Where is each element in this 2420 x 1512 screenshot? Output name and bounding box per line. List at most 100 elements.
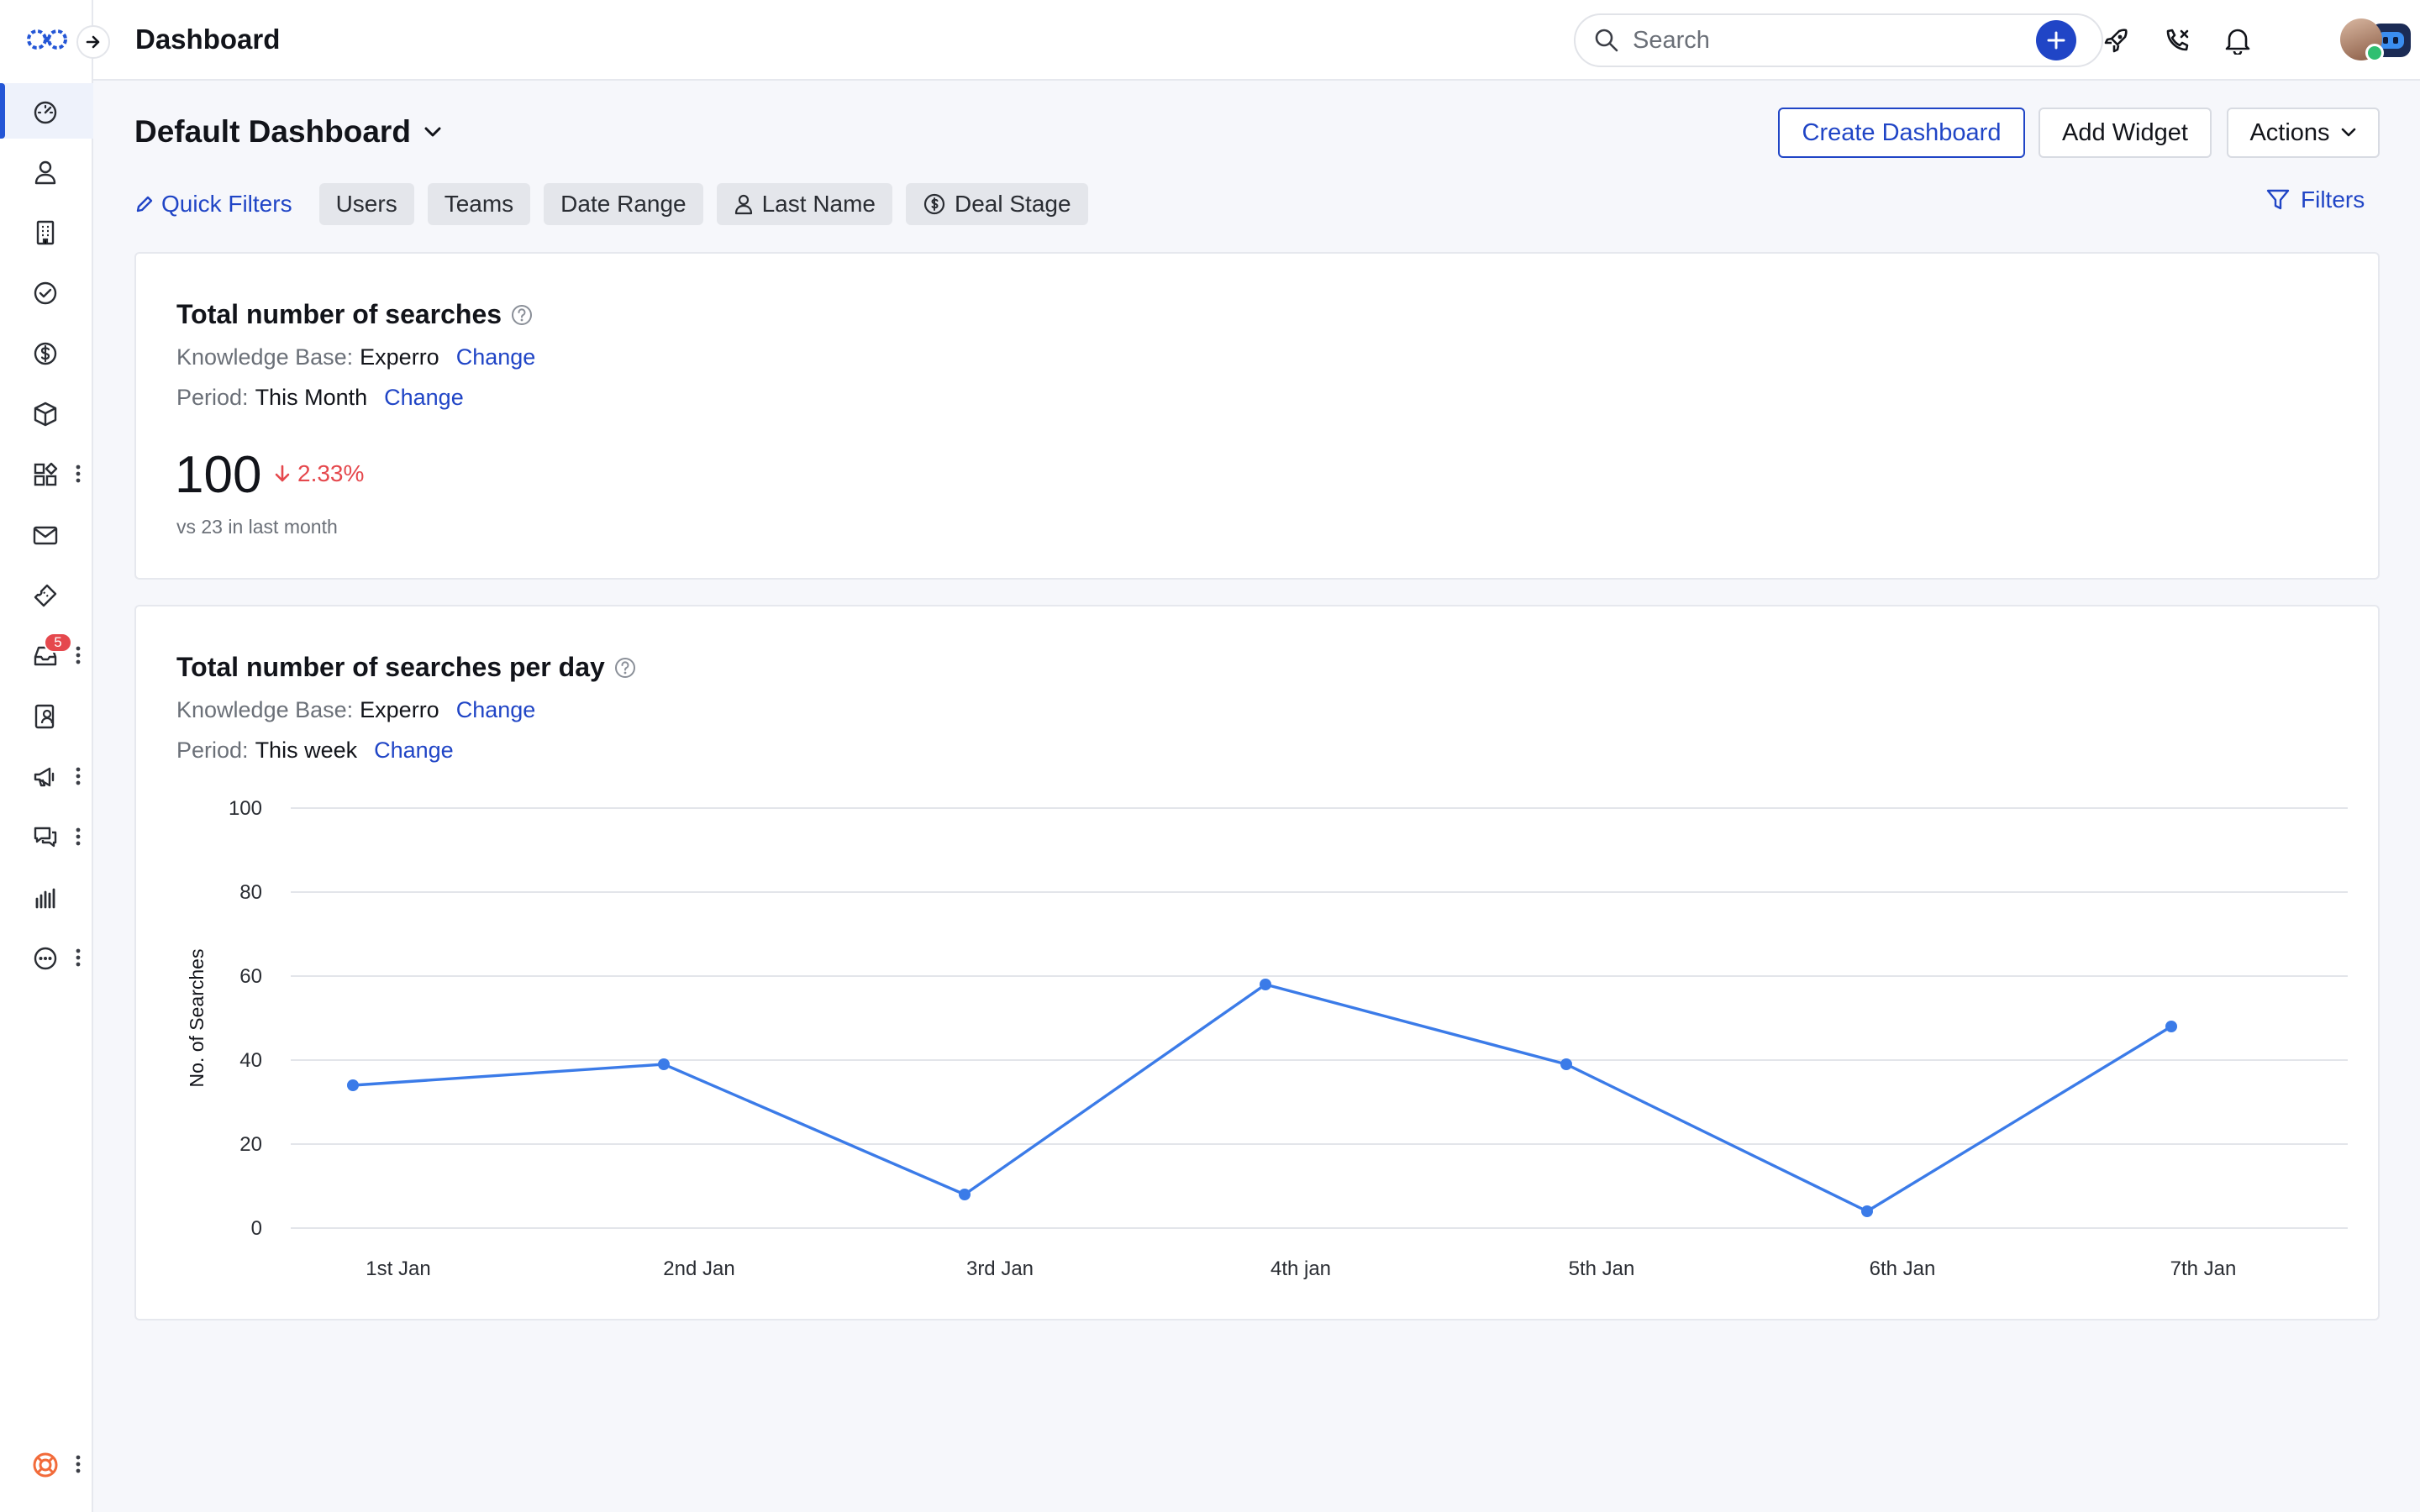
avatar[interactable] bbox=[2340, 18, 2384, 62]
searches-line-chart: 0 20 40 60 80 100 1st Jan 2nd Jan 3rd Jan 4th jan… bbox=[186, 797, 2348, 1280]
sidebar-item-megaphone[interactable] bbox=[0, 748, 93, 804]
chip-label: Deal Stage bbox=[955, 191, 1071, 217]
person-icon bbox=[30, 157, 60, 187]
filter-chip-users[interactable]: Users bbox=[318, 183, 414, 225]
search-input[interactable] bbox=[1633, 26, 2070, 55]
data-point bbox=[1861, 1205, 1873, 1217]
check-circle-icon bbox=[30, 278, 60, 308]
top-header: Dashboard bbox=[93, 0, 2420, 81]
dashboard-title: Default Dashboard bbox=[134, 114, 411, 149]
more-vertical-icon[interactable] bbox=[72, 824, 84, 849]
more-vertical-icon[interactable] bbox=[72, 945, 84, 970]
sidebar-item-apps[interactable] bbox=[0, 446, 93, 501]
more-vertical-icon[interactable] bbox=[72, 764, 84, 789]
funnel-icon bbox=[2266, 189, 2290, 210]
arrow-right-icon bbox=[86, 35, 100, 49]
meta-label: Knowledge Base: bbox=[176, 344, 354, 370]
y-tick-label: 0 bbox=[251, 1217, 262, 1240]
y-tick-label: 60 bbox=[239, 965, 262, 988]
x-tick-label: 6th Jan bbox=[1870, 1257, 1936, 1280]
series-line bbox=[352, 983, 2172, 1213]
sidebar-item-inbox[interactable]: 5 bbox=[0, 627, 93, 683]
data-point bbox=[1260, 979, 1271, 990]
sidebar-item-more-circle[interactable] bbox=[0, 930, 93, 985]
expand-sidebar-button[interactable] bbox=[76, 25, 110, 59]
bell-icon bbox=[2225, 29, 2250, 55]
change-period-link[interactable]: Change bbox=[384, 385, 464, 411]
sidebar-item-check-circle[interactable] bbox=[0, 265, 93, 320]
quick-filters-edit[interactable]: Quick Filters bbox=[134, 191, 292, 218]
sidebar: 5 bbox=[0, 0, 93, 1512]
rocket-button[interactable] bbox=[2096, 20, 2137, 60]
search-box[interactable] bbox=[1574, 13, 2103, 67]
more-vertical-icon[interactable] bbox=[72, 1452, 84, 1477]
filters-button[interactable]: Filters bbox=[2265, 186, 2365, 213]
sidebar-item-box[interactable] bbox=[0, 386, 93, 441]
chip-label: Last Name bbox=[761, 191, 876, 217]
change-knowledge-base-link[interactable]: Change bbox=[456, 344, 536, 370]
sidebar-item-contact-book[interactable] bbox=[0, 688, 93, 743]
contact-book-icon bbox=[30, 701, 60, 732]
period-meta: Period: This Month Change bbox=[176, 385, 464, 411]
y-tick-label: 20 bbox=[239, 1133, 262, 1156]
box-icon bbox=[30, 399, 60, 429]
sidebar-item-dollar[interactable] bbox=[0, 325, 93, 381]
y-axis-label: No. of Searches bbox=[186, 949, 208, 1088]
x-tick-label: 7th Jan bbox=[2170, 1257, 2237, 1280]
arrow-down-icon bbox=[275, 465, 290, 482]
dashboard-selector[interactable]: Default Dashboard bbox=[134, 114, 443, 150]
help-icon[interactable] bbox=[510, 303, 534, 327]
phone-button[interactable] bbox=[2157, 20, 2197, 60]
mail-icon bbox=[30, 520, 60, 550]
sidebar-item-speedometer[interactable] bbox=[0, 83, 93, 139]
card-title-text: Total number of searches bbox=[176, 299, 502, 329]
search-icon bbox=[1595, 29, 1618, 52]
x-tick-label: 1st Jan bbox=[366, 1257, 430, 1280]
app-logo-icon[interactable] bbox=[25, 25, 69, 54]
create-new-button[interactable] bbox=[2036, 20, 2076, 60]
sidebar-item-ticket[interactable] bbox=[0, 567, 93, 622]
sidebar-item-bars[interactable] bbox=[0, 869, 93, 925]
create-dashboard-button[interactable]: Create Dashboard bbox=[1778, 108, 2025, 158]
chip-label: Date Range bbox=[560, 191, 687, 217]
filter-chip-date-range[interactable]: Date Range bbox=[544, 183, 703, 225]
add-widget-button[interactable]: Add Widget bbox=[2039, 108, 2212, 158]
chip-label: Teams bbox=[444, 191, 514, 217]
sidebar-item-building[interactable] bbox=[0, 204, 93, 260]
rocket-icon bbox=[2104, 29, 2128, 53]
searches-per-day-card: Total number of searches per day Knowled… bbox=[134, 605, 2380, 1320]
chat-icon bbox=[30, 822, 60, 853]
speedometer-icon bbox=[30, 97, 60, 127]
chip-label: Users bbox=[335, 191, 397, 217]
notifications-button[interactable] bbox=[2217, 20, 2258, 60]
dollar-circle-icon bbox=[923, 193, 945, 215]
delta-value: 2.33% bbox=[297, 460, 365, 486]
sidebar-item-mail[interactable] bbox=[0, 507, 93, 562]
x-tick-label: 4th jan bbox=[1270, 1257, 1331, 1280]
more-vertical-icon[interactable] bbox=[72, 643, 84, 668]
notification-badge: 5 bbox=[44, 633, 72, 653]
filter-chip-last-name[interactable]: Last Name bbox=[716, 183, 893, 225]
actions-button[interactable]: Actions bbox=[2227, 108, 2380, 158]
ticket-icon bbox=[30, 580, 60, 611]
more-vertical-icon[interactable] bbox=[72, 461, 84, 486]
chevron-down-icon bbox=[2341, 128, 2355, 137]
filter-chip-deal-stage[interactable]: Deal Stage bbox=[906, 183, 1088, 225]
quick-filters-row: Quick Filters Users Teams Date Range Las… bbox=[134, 183, 1102, 225]
sidebar-item-chat[interactable] bbox=[0, 809, 93, 864]
meta-label: Period: bbox=[176, 385, 249, 410]
sidebar-item-help[interactable] bbox=[0, 1436, 93, 1492]
dollar-icon bbox=[30, 339, 60, 369]
knowledge-base-meta: Knowledge Base: Experro Change bbox=[176, 344, 535, 370]
phone-off-icon bbox=[2166, 29, 2189, 51]
x-tick-label: 3rd Jan bbox=[966, 1257, 1034, 1280]
apps-icon bbox=[30, 459, 60, 490]
sidebar-item-person[interactable] bbox=[0, 144, 93, 199]
searches-total-card: Total number of searches Knowledge Base:… bbox=[134, 252, 2380, 580]
building-icon bbox=[30, 218, 60, 248]
page-title: Dashboard bbox=[135, 24, 281, 55]
x-tick-label: 2nd Jan bbox=[663, 1257, 734, 1280]
filter-chip-teams[interactable]: Teams bbox=[427, 183, 531, 225]
data-point bbox=[2165, 1021, 2177, 1032]
y-tick-label: 40 bbox=[239, 1049, 262, 1072]
